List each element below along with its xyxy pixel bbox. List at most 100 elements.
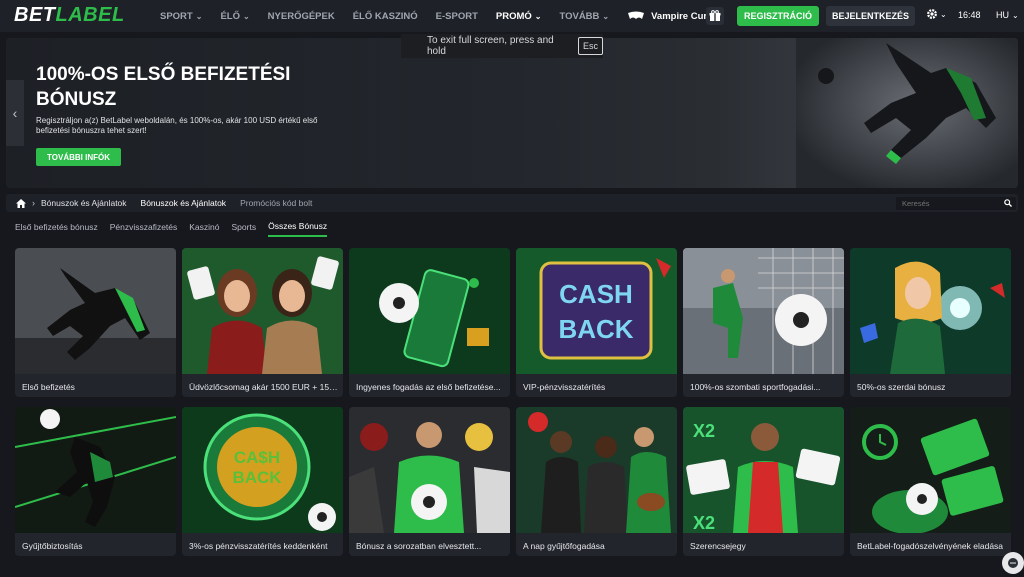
svg-text:X2: X2 <box>693 421 715 441</box>
tab-promo-code-shop[interactable]: Promóciós kód bolt <box>240 198 312 208</box>
hero-prev-arrow[interactable]: ‹ <box>6 80 24 146</box>
bonus-card[interactable]: Első befizetés <box>15 248 176 397</box>
bonus-card-title: 100%-os szombati sportfogadási... <box>690 382 821 392</box>
svg-text:BACK: BACK <box>232 468 282 487</box>
vampire-mask-icon <box>628 11 645 19</box>
soccer-ball-field-image <box>349 248 510 374</box>
bonus-card[interactable]: A nap gyűjtőfogadása <box>516 407 677 556</box>
chevron-down-icon: ⌄ <box>195 11 203 21</box>
bonus-card-title: BetLabel-fogadószelvényének eladása <box>857 541 1004 551</box>
search-input[interactable] <box>896 199 996 208</box>
chevron-left-icon: ‹ <box>12 105 18 121</box>
search-box <box>896 197 1016 210</box>
bonus-card-title: Gyűjtőbiztosítás <box>22 541 83 551</box>
language-selector[interactable]: HU ⌄ <box>996 10 1019 20</box>
login-button[interactable]: BEJELENTKEZÉS <box>826 6 915 26</box>
nav-vampire-curse[interactable]: Vampire Curse <box>627 11 718 22</box>
more-info-button[interactable]: TOVÁBBI INFÓK <box>36 148 121 166</box>
gear-icon <box>927 9 937 19</box>
chevron-right-icon: › <box>32 198 35 208</box>
bonus-card-title: Ingyenes fogadás az első befizetése... <box>356 382 501 392</box>
nav-sport[interactable]: SPORT ⌄ <box>160 11 202 22</box>
nav-esport[interactable]: E-SPORT <box>436 11 478 22</box>
support-chat-button[interactable] <box>1002 552 1024 574</box>
bonus-card[interactable]: BetLabel-fogadószelvényének eladása <box>850 407 1011 556</box>
bonus-card[interactable]: Ingyenes fogadás az első befizetése... <box>349 248 510 397</box>
nav-label: SPORT <box>160 10 193 22</box>
bonus-card[interactable]: Üdvözlőcsomag akár 1500 EUR + 150... <box>182 248 343 397</box>
filter-all-bonuses[interactable]: Összes Bónusz <box>268 221 328 237</box>
tab-bonuses-offers[interactable]: Bónuszok és Ajánlatok <box>141 198 227 208</box>
casino-woman-image <box>850 248 1011 374</box>
nav-promo[interactable]: PROMÓ ⌄ <box>496 11 542 22</box>
bonus-filter-tabs: Első befizetés bónusz Pénzvisszafizetés … <box>15 221 339 237</box>
breadcrumb: › Bónuszok és Ajánlatok Bónuszok és Aján… <box>6 194 1018 212</box>
nav-live[interactable]: ÉLŐ ⌄ <box>220 11 249 22</box>
gift-icon <box>709 10 721 21</box>
home-link[interactable] <box>16 198 26 208</box>
chevron-down-icon: ⌄ <box>1012 10 1019 20</box>
betlabel-logo[interactable]: BETLABEL <box>14 4 125 27</box>
bonus-card-title: Üdvözlőcsomag akár 1500 EUR + 150... <box>189 382 339 392</box>
nav-more[interactable]: TOVÁBB ⌄ <box>559 11 609 22</box>
filter-sports[interactable]: Sports <box>232 222 257 236</box>
bonus-card[interactable]: Bónusz a sorozatban elvesztett... <box>349 407 510 556</box>
bonus-card[interactable]: Gyűjtőbiztosítás <box>15 407 176 556</box>
fortune-ticket-image: X2 X2 <box>683 407 844 533</box>
bonus-card-title: Szerencsejegy <box>690 541 746 551</box>
bonus-card-title: Bónusz a sorozatban elvesztett... <box>356 541 482 551</box>
nav-live-casino[interactable]: ÉLŐ KASZINÓ <box>353 11 418 22</box>
chat-icon <box>1008 558 1018 568</box>
fullscreen-hint: To exit full screen, press and hold Esc <box>401 34 603 58</box>
bonus-card[interactable]: 50%-os szerdai bónusz <box>850 248 1011 397</box>
top-navigation-bar: BETLABEL SPORT ⌄ ÉLŐ ⌄ NYERŐGÉPEK ÉLŐ KASZ… <box>0 0 1024 32</box>
nav-label: E-SPORT <box>435 10 478 22</box>
cashback-coin-image: CA$H BACK <box>182 407 343 533</box>
filter-casino[interactable]: Kaszinó <box>189 222 219 236</box>
sports-players-image <box>349 407 510 533</box>
bonus-card[interactable]: CA$H BACK 3%-os pénzvisszatérítés kedden… <box>182 407 343 556</box>
svg-text:CA$H: CA$H <box>234 448 280 467</box>
chevron-down-icon: ⌄ <box>534 11 542 21</box>
bonus-card-title: 50%-os szerdai bónusz <box>857 382 946 392</box>
bonus-card[interactable]: CASH BACK VIP-pénzvisszatérítés <box>516 248 677 397</box>
logo-text-bet: BET <box>14 4 56 26</box>
hero-title: 100%-OS ELSŐ BEFIZETÉSI BÓNUSZ <box>36 64 291 110</box>
nav-label: NYERŐGÉPEK <box>267 10 335 22</box>
soccer-player-kick-image <box>796 38 1018 188</box>
soccer-goal-image <box>683 248 844 374</box>
gift-button[interactable] <box>706 7 724 25</box>
main-nav: SPORT ⌄ ÉLŐ ⌄ NYERŐGÉPEK ÉLŐ KASZINÓ E-SPO… <box>160 0 718 32</box>
language-label: HU <box>996 10 1009 20</box>
register-button[interactable]: REGISZTRÁCIÓ <box>737 6 819 26</box>
esc-key-badge: Esc <box>577 37 603 55</box>
ticket-sale-image <box>850 407 1011 533</box>
fullscreen-hint-text: To exit full screen, press and hold <box>427 35 554 57</box>
chevron-down-icon: ⌄ <box>602 11 610 21</box>
home-icon <box>16 198 26 208</box>
bonus-card[interactable]: 100%-os szombati sportfogadási... <box>683 248 844 397</box>
nav-slots[interactable]: NYERŐGÉPEK <box>268 11 335 22</box>
chevron-down-icon: ⌄ <box>242 11 250 21</box>
bonus-card-title: 3%-os pénzvisszatérítés keddenként <box>189 541 328 551</box>
nav-label: TOVÁBB <box>559 10 600 22</box>
chevron-down-icon: ⌄ <box>940 9 947 19</box>
filter-first-deposit[interactable]: Első befizetés bónusz <box>15 222 98 236</box>
breadcrumb-item-bonuses[interactable]: Bónuszok és Ajánlatok <box>41 198 127 208</box>
casino-hostesses-image <box>182 248 343 374</box>
hero-banner: ‹ › 100%-OS ELSŐ BEFIZETÉSI BÓNUSZ Regis… <box>6 38 1018 188</box>
logo-text-label: LABEL <box>55 4 125 26</box>
filter-cashback[interactable]: Pénzvisszafizetés <box>110 222 178 236</box>
svg-text:CASH: CASH <box>559 279 633 309</box>
nav-label: PROMÓ <box>495 10 532 22</box>
search-icon[interactable] <box>1004 199 1012 207</box>
svg-text:X2: X2 <box>693 513 715 533</box>
nav-label: ÉLŐ <box>220 10 240 22</box>
svg-text:BACK: BACK <box>558 314 633 344</box>
clock: 16:48 <box>958 10 981 20</box>
cashback-sign-image: CASH BACK <box>516 248 677 374</box>
nav-label: ÉLŐ KASZINÓ <box>352 10 418 22</box>
bonus-card[interactable]: X2 X2 Szerencsejegy <box>683 407 844 556</box>
settings-button[interactable]: ⌄ <box>926 8 947 20</box>
bonus-card-title: A nap gyűjtőfogadása <box>523 541 605 551</box>
